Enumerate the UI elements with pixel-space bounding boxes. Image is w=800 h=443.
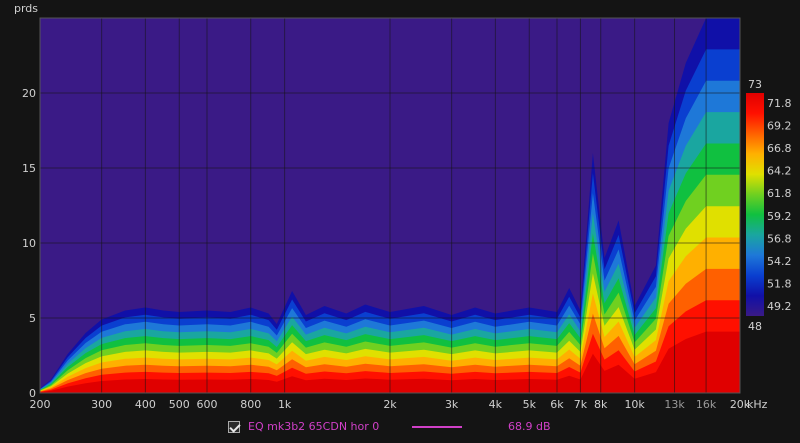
legend: EQ mk3b2 65CDN hor 0 68.9 dB	[0, 416, 800, 440]
colorbar-label: 64.2	[767, 165, 792, 178]
x-tick-label: 3k	[445, 398, 459, 411]
y-tick-label: 5	[29, 312, 36, 325]
x-tick-label: 8k	[594, 398, 608, 411]
series-color-swatch	[412, 426, 462, 428]
x-tick-label: 600	[196, 398, 217, 411]
colorbar-label: 56.8	[767, 232, 792, 245]
series-visibility-checkbox[interactable]	[228, 421, 240, 433]
colorbar	[746, 93, 764, 316]
y-axis-label: prds	[14, 2, 38, 15]
y-tick-label: 15	[22, 162, 36, 175]
x-tick-label: 10k	[624, 398, 645, 411]
colorbar-label: 66.8	[767, 142, 792, 155]
series-value: 68.9 dB	[508, 420, 551, 433]
spectrogram-chart: 200 300 400 500 600 800 1k 2k 3k 4k 5k 6k 7k 8k 10k 13k…	[14, 2, 792, 411]
y-tick-label: 20	[22, 87, 36, 100]
x-tick-label: 2k	[383, 398, 397, 411]
y-tick-label: 0	[29, 387, 36, 400]
x-tick-label: 300	[91, 398, 112, 411]
x-tick-label: 5k	[523, 398, 537, 411]
x-tick-labels: 200 300 400 500 600 800 1k 2k 3k 4k 5k 6k 7k 8k 10k 13k…	[30, 398, 751, 411]
series-name: EQ mk3b2 65CDN hor 0	[248, 420, 380, 433]
x-tick-label: 500	[169, 398, 190, 411]
colorbar-label: 69.2	[767, 120, 792, 133]
x-tick-label: 6k	[550, 398, 564, 411]
colorbar-label: 49.2	[767, 300, 792, 313]
colorbar-label: 54.2	[767, 255, 792, 268]
x-tick-label: 16k	[696, 398, 717, 411]
colorbar-label: 71.8	[767, 97, 792, 110]
x-tick-label: 800	[240, 398, 261, 411]
x-tick-label: 13k	[664, 398, 685, 411]
colorbar-label: 48	[748, 320, 762, 333]
grid-lines	[39, 17, 741, 394]
colorbar-label: 61.8	[767, 187, 792, 200]
x-tick-label: 400	[135, 398, 156, 411]
colorbar-label: 73	[748, 78, 762, 91]
colorbar-label: 59.2	[767, 210, 792, 223]
x-tick-label: 4k	[489, 398, 503, 411]
x-tick-label: 1k	[278, 398, 292, 411]
y-tick-label: 10	[22, 237, 36, 250]
x-tick-label: 7k	[574, 398, 588, 411]
colorbar-label: 51.8	[767, 277, 792, 290]
y-tick-labels: 0 5 10 15 20	[22, 87, 36, 400]
x-axis-unit: kHz	[747, 398, 768, 411]
